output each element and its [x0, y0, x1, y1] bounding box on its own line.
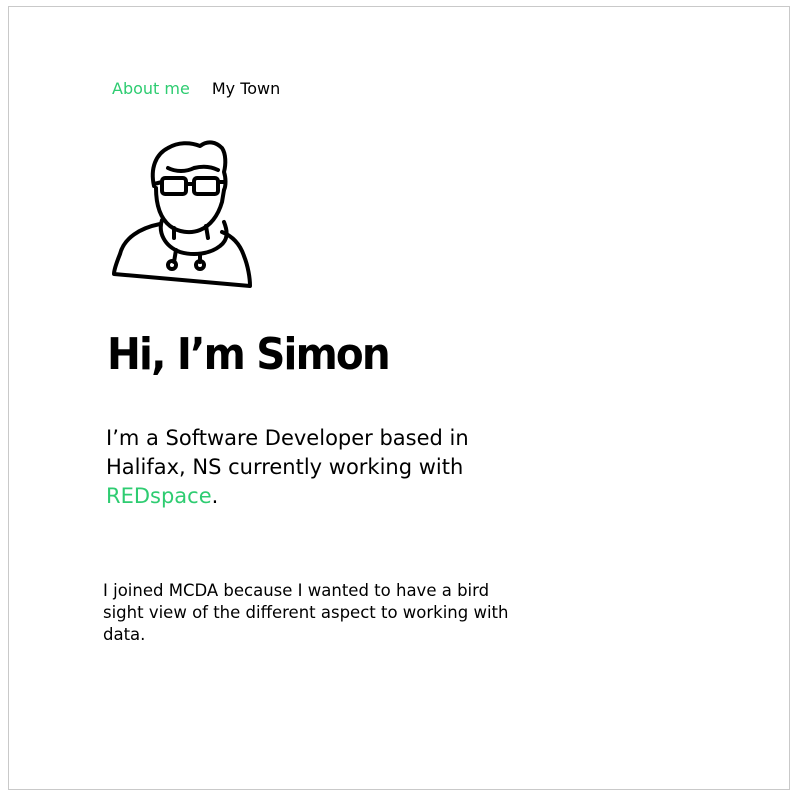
about-paragraph: I joined MCDA because I wanted to have a… [103, 581, 509, 644]
page-title: Hi, I’m Simon [107, 329, 391, 380]
developer-avatar-icon [112, 140, 252, 288]
intro-text: I’m a Software Developer based in Halifa… [106, 426, 469, 479]
employer-link[interactable]: REDspace [106, 484, 212, 508]
page-frame: About me My Town [8, 6, 790, 790]
top-nav: About me My Town [112, 79, 280, 98]
nav-link-my-town[interactable]: My Town [212, 79, 280, 98]
intro-paragraph: I’m a Software Developer based in Halifa… [106, 424, 546, 511]
intro-period: . [211, 484, 219, 508]
nav-link-about-me[interactable]: About me [112, 79, 190, 98]
